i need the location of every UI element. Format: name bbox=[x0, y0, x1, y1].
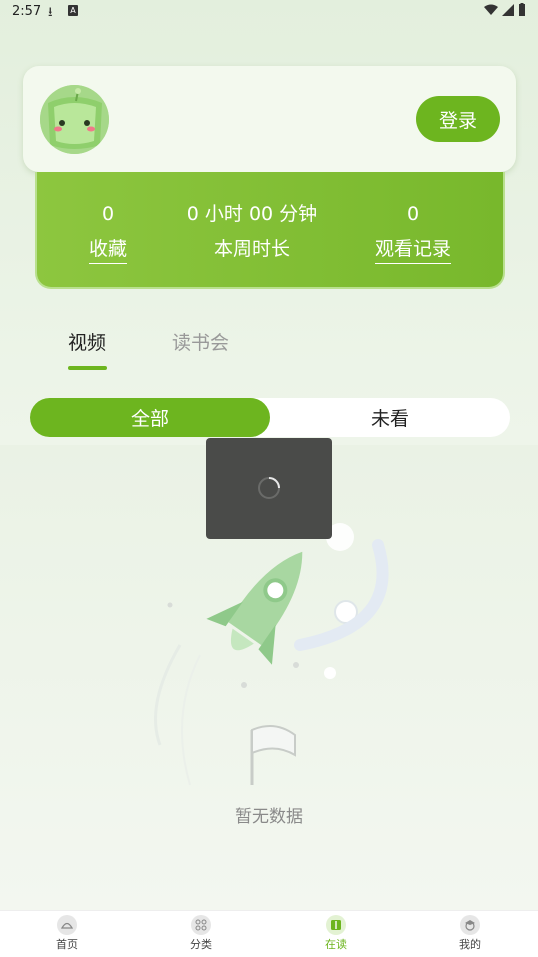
status-icons bbox=[484, 3, 526, 16]
nav-category-label: 分类 bbox=[190, 938, 212, 951]
segment-unwatched[interactable]: 未看 bbox=[270, 398, 510, 437]
stat-watch-history[interactable]: 0 观看记录 bbox=[343, 200, 483, 264]
filter-segment: 全部 未看 bbox=[30, 398, 510, 437]
empty-rocket-illustration bbox=[154, 523, 389, 786]
nav-reading-label: 在读 bbox=[325, 938, 347, 951]
bottom-navigation: 首页 分类 在读 我的 bbox=[0, 910, 538, 957]
watch-history-label[interactable]: 观看记录 bbox=[374, 234, 451, 264]
avatar[interactable] bbox=[40, 85, 109, 154]
home-icon bbox=[57, 915, 77, 935]
weekly-time-value: 0 小时 00 分钟 bbox=[186, 203, 318, 225]
signal-icon bbox=[502, 3, 514, 16]
loading-overlay bbox=[206, 438, 332, 539]
watch-history-count: 0 bbox=[406, 203, 420, 225]
nav-mine[interactable]: 我的 bbox=[430, 915, 510, 952]
status-time: 2:57 bbox=[12, 4, 42, 19]
nav-home[interactable]: 首页 bbox=[27, 915, 107, 952]
empty-state-text: 暂无数据 bbox=[235, 807, 303, 827]
profile-card: 登录 bbox=[23, 66, 516, 172]
tab-indicator bbox=[68, 366, 107, 370]
login-button[interactable]: 登录 bbox=[416, 96, 500, 142]
stat-favorites[interactable]: 0 收藏 bbox=[38, 200, 178, 264]
download-icon: ⭳ bbox=[48, 5, 53, 20]
tab-reading-club[interactable]: 读书会 bbox=[172, 328, 229, 355]
profile-icon bbox=[460, 915, 480, 935]
stats-panel: 0 收藏 0 小时 00 分钟 本周时长 0 观看记录 bbox=[35, 172, 505, 289]
nav-mine-label: 我的 bbox=[459, 938, 481, 951]
status-bar: 2:57 ⭳ A bbox=[0, 0, 538, 24]
tab-video[interactable]: 视频 bbox=[68, 328, 106, 355]
nav-category[interactable]: 分类 bbox=[161, 915, 241, 952]
stat-weekly-time: 0 小时 00 分钟 本周时长 bbox=[182, 200, 322, 263]
grid-icon bbox=[191, 915, 211, 935]
book-icon bbox=[326, 915, 346, 935]
nav-home-label: 首页 bbox=[56, 938, 78, 951]
segment-all[interactable]: 全部 bbox=[30, 398, 270, 437]
nav-reading[interactable]: 在读 bbox=[296, 915, 376, 952]
notification-a-icon: A bbox=[68, 5, 78, 16]
battery-icon bbox=[519, 3, 525, 16]
favorites-label[interactable]: 收藏 bbox=[88, 234, 127, 264]
favorites-count: 0 bbox=[101, 203, 115, 225]
loading-spinner-icon bbox=[258, 477, 280, 499]
weekly-time-label: 本周时长 bbox=[213, 238, 290, 260]
wifi-icon bbox=[484, 4, 498, 15]
